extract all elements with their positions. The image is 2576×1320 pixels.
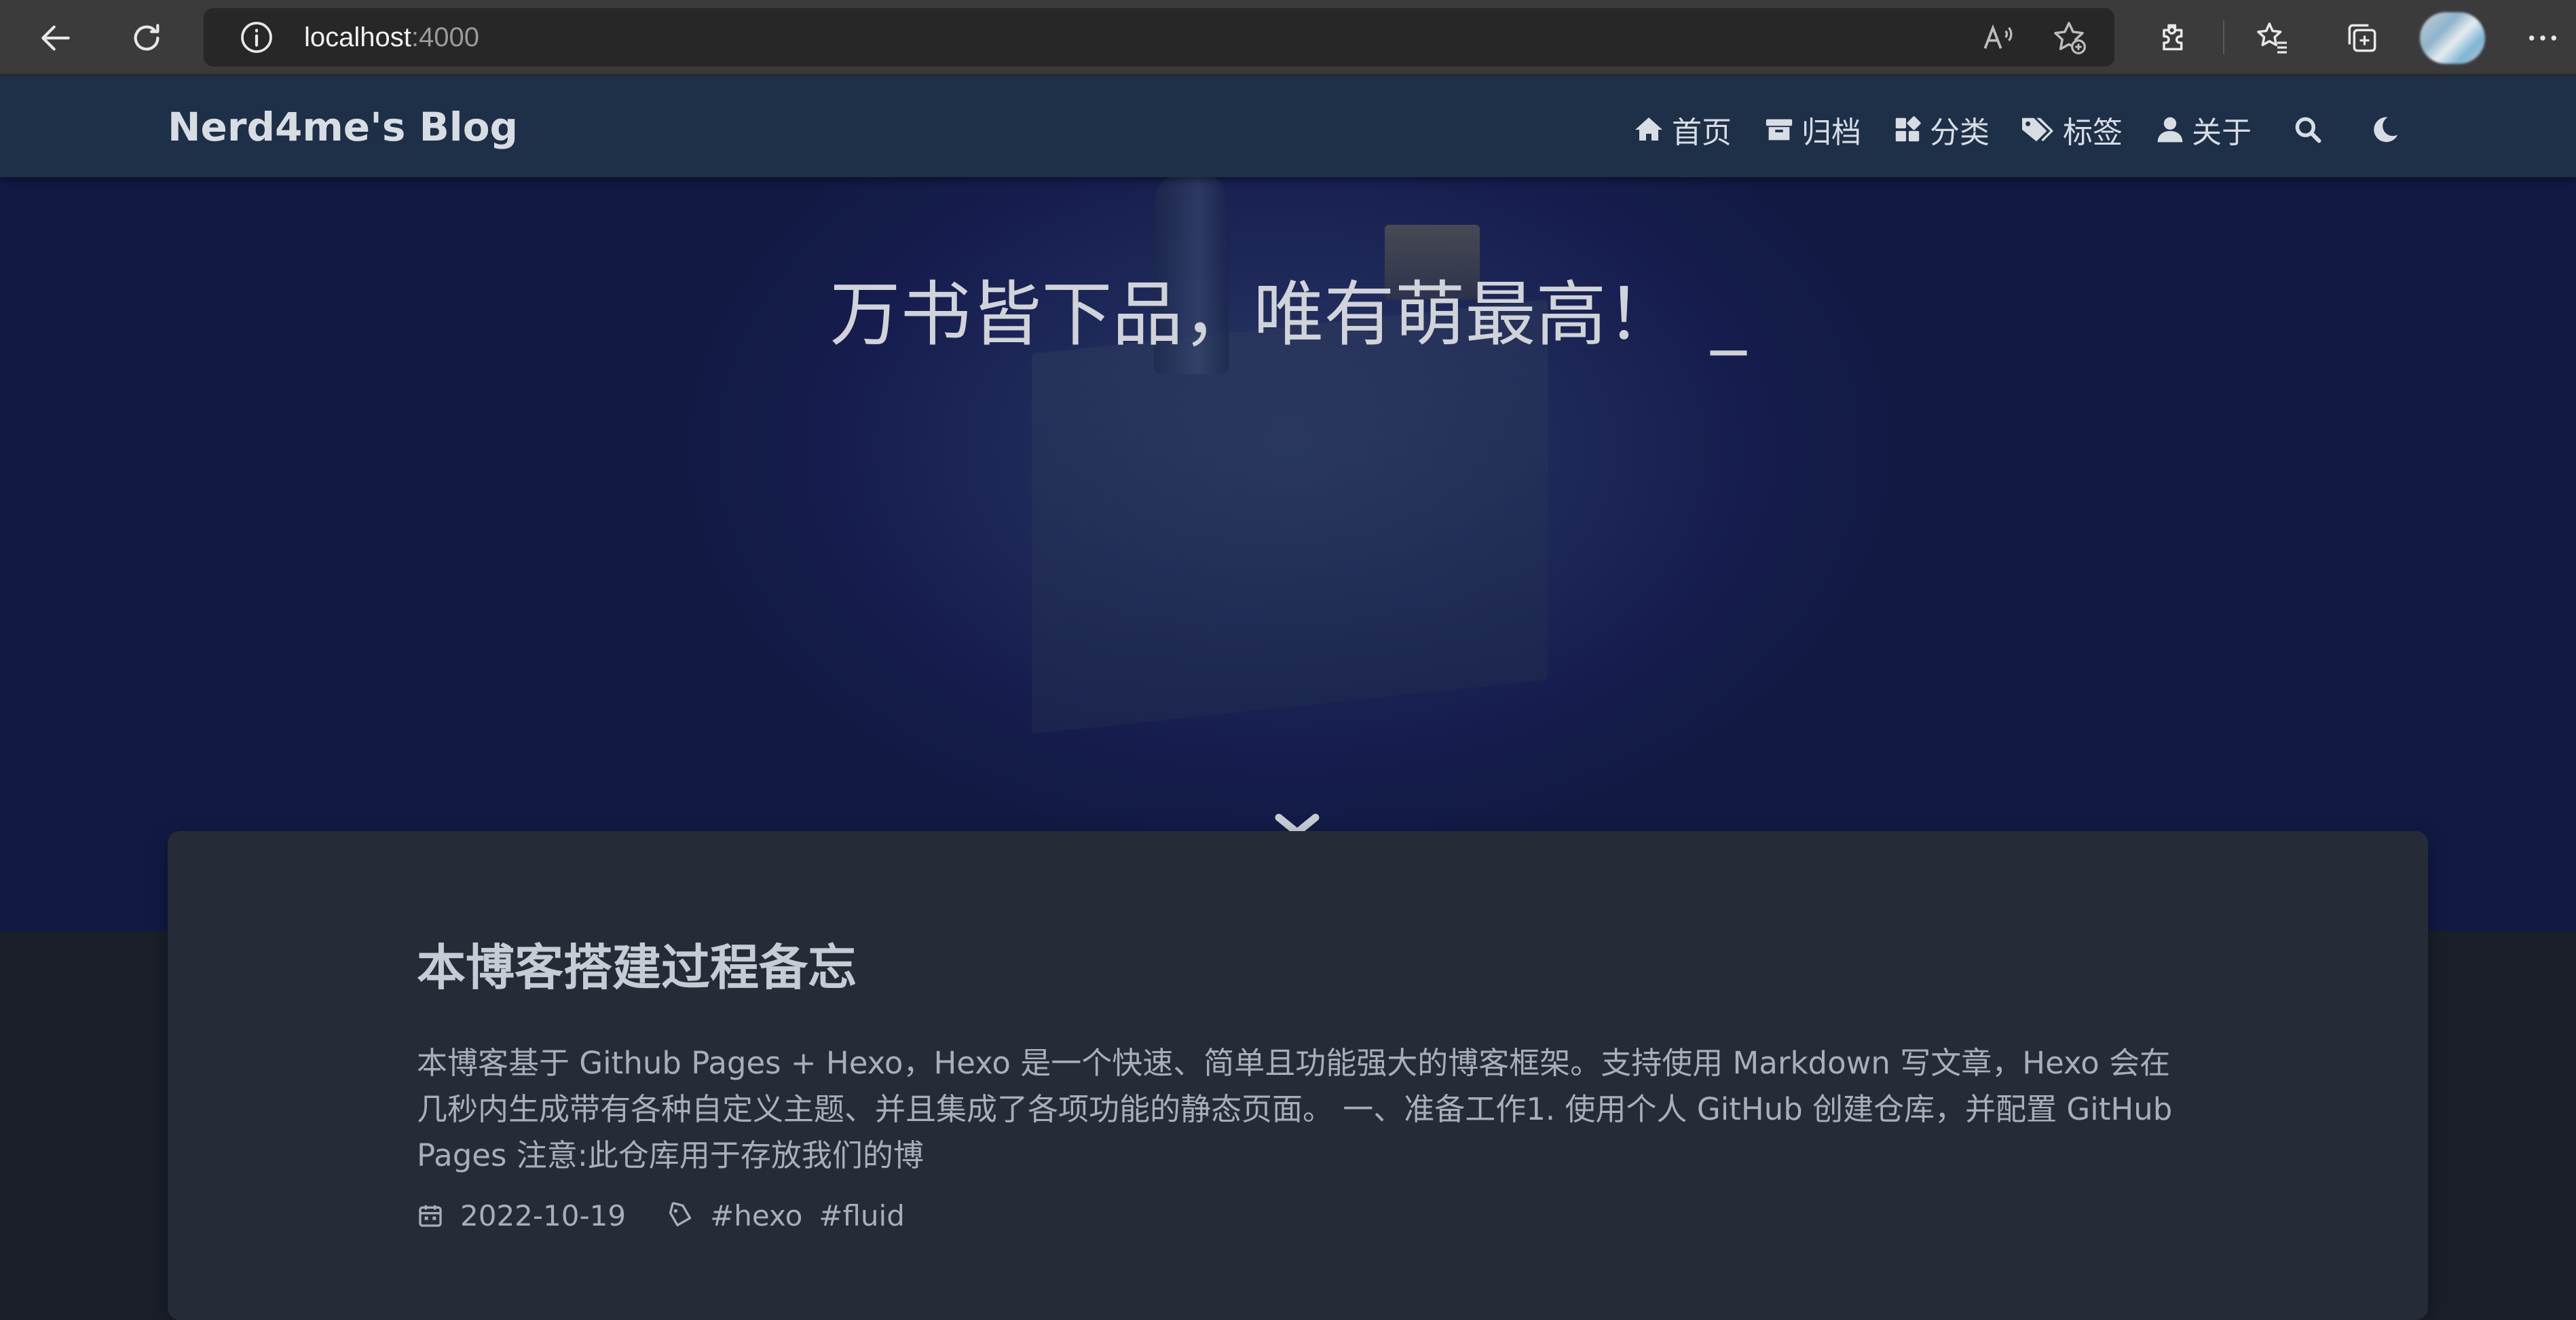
- calendar-icon: [419, 1205, 442, 1227]
- post-tag-fluid[interactable]: #fluid: [819, 1199, 905, 1232]
- hero-slogan: 万书皆下品，唯有萌最高！ _: [0, 270, 2576, 359]
- archive-icon: [1766, 119, 1793, 141]
- hero-banner: 万书皆下品，唯有萌最高！ _: [0, 177, 2576, 931]
- nav-tags-label: 标签: [2063, 115, 2123, 150]
- moon-icon: [2374, 117, 2398, 143]
- read-aloud-icon[interactable]: [1979, 18, 2017, 59]
- hero-background-art: [1032, 299, 1548, 734]
- extensions-icon[interactable]: [2149, 14, 2198, 62]
- post-excerpt[interactable]: 本博客基于 Github Pages + Hexo，Hexo 是一个快速、简单且…: [417, 1040, 2182, 1179]
- tag-icon: [669, 1202, 692, 1227]
- nav-archive-label: 归档: [1802, 115, 1861, 150]
- nav-about[interactable]: 关于: [2155, 109, 2252, 150]
- post-tag-hexo[interactable]: #hexo: [710, 1199, 802, 1232]
- refresh-icon[interactable]: [122, 14, 171, 62]
- home-icon: [1635, 117, 1662, 141]
- site-brand[interactable]: Nerd4me's Blog: [168, 105, 518, 149]
- collections-icon[interactable]: [2338, 14, 2387, 62]
- favorites-icon[interactable]: [2248, 14, 2297, 62]
- nav-about-label: 关于: [2192, 115, 2252, 150]
- search-button[interactable]: [2293, 109, 2330, 150]
- categories-icon: [1895, 116, 1921, 142]
- tags-icon: [2022, 117, 2053, 142]
- nav-tags[interactable]: 标签: [2019, 109, 2123, 150]
- nav-home-label: 首页: [1672, 115, 1732, 150]
- site-info-icon[interactable]: [238, 18, 276, 59]
- dark-mode-toggle[interactable]: [2370, 109, 2407, 150]
- post-card: 本博客搭建过程备忘 本博客基于 Github Pages + Hexo，Hexo…: [168, 831, 2428, 1320]
- typing-cursor: _: [1711, 273, 1747, 356]
- toolbar-separator: [2223, 20, 2224, 54]
- nav-home[interactable]: 首页: [1632, 109, 1732, 150]
- post-meta: 2022-10-19 #hexo #fluid: [417, 1195, 905, 1236]
- browser-toolbar: localhost:4000: [0, 0, 2576, 75]
- profile-avatar[interactable]: [2420, 12, 2485, 64]
- more-options-icon[interactable]: [2518, 14, 2567, 62]
- back-icon[interactable]: [31, 14, 80, 62]
- nav-categories-label: 分类: [1930, 115, 1990, 150]
- address-bar[interactable]: [204, 8, 2114, 67]
- search-icon: [2295, 117, 2321, 143]
- url-text: localhost:4000: [304, 22, 479, 52]
- add-favorite-icon[interactable]: [2050, 18, 2088, 59]
- site-navbar: Nerd4me's Blog 首页 归档 分类 标签 关于: [0, 75, 2576, 177]
- nav-archive[interactable]: 归档: [1763, 109, 1861, 150]
- user-icon: [2157, 117, 2183, 143]
- post-title[interactable]: 本博客搭建过程备忘: [417, 937, 857, 998]
- post-date: 2022-10-19: [460, 1198, 627, 1232]
- nav-categories[interactable]: 分类: [1892, 109, 1990, 150]
